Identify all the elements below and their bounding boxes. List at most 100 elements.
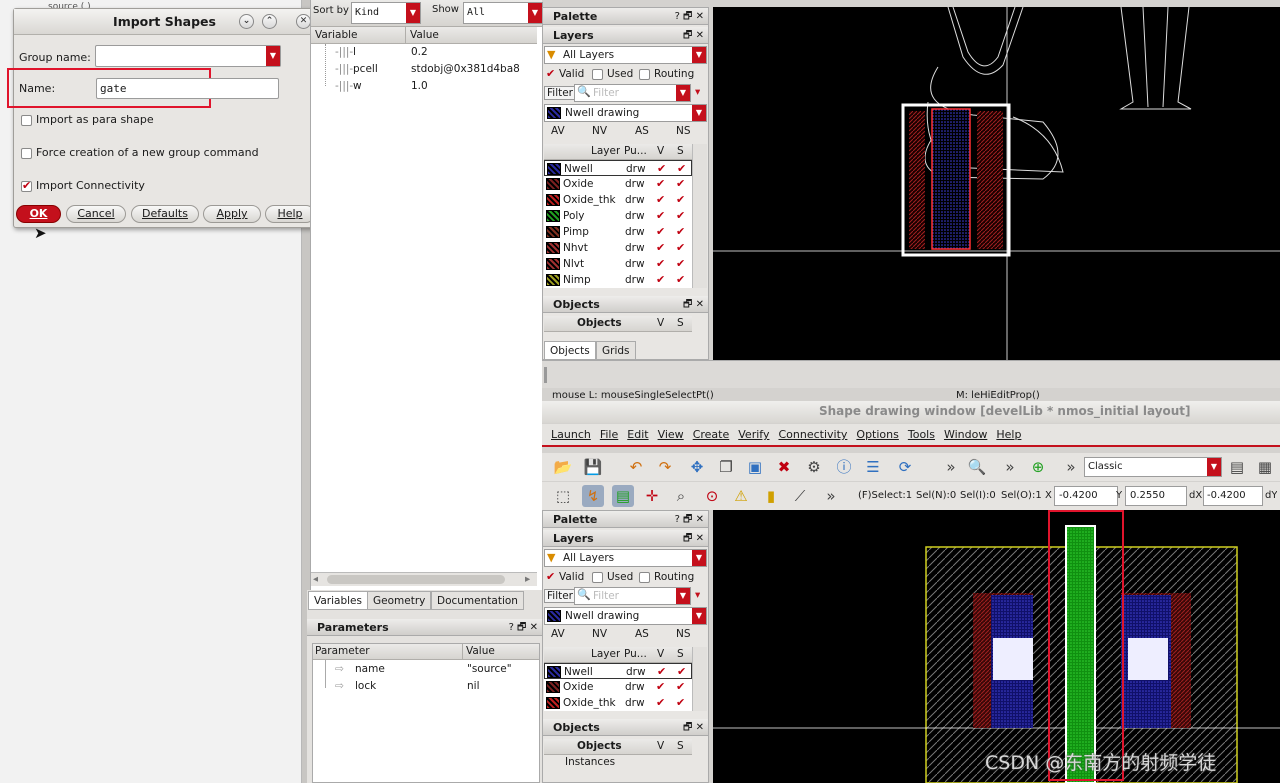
param-value-name[interactable]: "source" xyxy=(467,663,512,675)
layer-row-nwell[interactable]: Nwell drw ✔ ✔ xyxy=(544,160,692,176)
layers-header[interactable]: Layers 🗗 ✕ xyxy=(543,27,708,44)
tab-grids[interactable]: Grids xyxy=(596,341,636,360)
cancel-button[interactable]: Cancel xyxy=(66,205,126,223)
scroll-left-icon[interactable]: ◂ xyxy=(313,573,318,585)
objects-header[interactable]: Objects 🗗 ✕ xyxy=(543,296,708,313)
menu-file[interactable]: File xyxy=(600,428,618,441)
nv-menu[interactable]: NV xyxy=(592,125,607,137)
top-layout-canvas[interactable] xyxy=(713,7,1280,360)
layer-row-oxide_thk[interactable]: Oxide_thk drw ✔ ✔ xyxy=(544,695,692,711)
command-bar[interactable] xyxy=(542,360,1280,388)
undo-icon[interactable]: ↶ xyxy=(625,456,647,478)
y-coordinate-field[interactable]: 0.2550 xyxy=(1125,486,1187,506)
info-icon[interactable]: ⓘ xyxy=(833,456,855,478)
visible-checkbox[interactable]: ✔ xyxy=(656,208,665,224)
dock-controls-icon[interactable]: 🗗 ✕ xyxy=(683,27,704,44)
selectable-checkbox[interactable]: ✔ xyxy=(676,224,685,240)
row-value-l[interactable]: 0.2 xyxy=(411,46,428,58)
workspace-combo[interactable]: Classic ▼ xyxy=(1084,457,1222,477)
marker-icon[interactable]: ⊙ xyxy=(701,485,723,507)
layout-window-titlebar[interactable]: Shape drawing window [develLib * nmos_in… xyxy=(542,401,1280,423)
layer-row-nlvt[interactable]: Nlvt drw ✔ ✔ xyxy=(544,256,692,272)
menu-options[interactable]: Options xyxy=(856,428,898,441)
filter-input[interactable]: 🔍 Filter ▼ xyxy=(574,587,691,605)
chevron-down-icon[interactable]: ▼ xyxy=(528,3,542,23)
as-menu[interactable]: AS xyxy=(635,125,649,137)
visible-checkbox[interactable]: ✔ xyxy=(656,240,665,256)
visible-checkbox[interactable]: ✔ xyxy=(656,679,665,695)
more-icon[interactable]: » xyxy=(820,485,842,507)
filter-button[interactable]: Filter xyxy=(544,589,577,603)
routing-checkbox[interactable] xyxy=(639,572,650,583)
selectable-checkbox[interactable]: ✔ xyxy=(676,192,685,208)
chevron-down-icon[interactable]: ▼ xyxy=(692,550,706,566)
visible-checkbox[interactable]: ✔ xyxy=(656,256,665,272)
path-icon[interactable]: ↯ xyxy=(582,485,604,507)
ruler-icon[interactable]: ⟋ xyxy=(789,485,811,507)
import-connectivity-checkbox[interactable] xyxy=(21,179,32,192)
menu-create[interactable]: Create xyxy=(693,428,730,441)
as-menu[interactable]: AS xyxy=(635,628,649,640)
x-coordinate-field[interactable]: -0.4200 xyxy=(1054,486,1118,506)
tab-geometry[interactable]: Geometry xyxy=(367,591,432,610)
routing-checkbox[interactable] xyxy=(639,69,650,80)
row-name-l[interactable]: l xyxy=(353,46,356,58)
chevron-down-icon[interactable]: ▼ xyxy=(692,105,706,121)
dock-controls-icon[interactable]: ? 🗗 ✕ xyxy=(675,8,704,25)
inspect-icon[interactable]: ⌕ xyxy=(670,485,692,507)
layers-header[interactable]: Layers 🗗 ✕ xyxy=(543,530,708,547)
workspace-load-icon[interactable]: ▦ xyxy=(1254,456,1276,478)
layer-row-oxide[interactable]: Oxide drw ✔ ✔ xyxy=(544,176,692,192)
dock-controls-icon[interactable]: 🗗 ✕ xyxy=(683,296,704,313)
zoom-icon[interactable]: 🔍 xyxy=(966,456,988,478)
show-combo[interactable]: All ▼ xyxy=(463,2,543,24)
param-name-name[interactable]: name xyxy=(355,663,385,675)
add-pin-icon[interactable]: ⊕ xyxy=(1027,456,1049,478)
palette-header[interactable]: Palette ? 🗗 ✕ xyxy=(543,511,708,528)
visible-checkbox[interactable]: ✔ xyxy=(656,224,665,240)
av-menu[interactable]: AV xyxy=(551,125,565,137)
menu-verify[interactable]: Verify xyxy=(738,428,769,441)
sort-by-combo[interactable]: Kind ▼ xyxy=(351,2,421,24)
layer-row-pimp[interactable]: Pimp drw ✔ ✔ xyxy=(544,224,692,240)
dock-controls-icon[interactable]: 🗗 ✕ xyxy=(683,530,704,547)
menu-arrow-icon[interactable]: ▾ xyxy=(695,589,700,601)
maximize-icon[interactable]: ⌃ xyxy=(262,14,277,29)
selectable-checkbox[interactable]: ✔ xyxy=(676,208,685,224)
dock-controls-icon[interactable]: ? 🗗 ✕ xyxy=(675,511,704,528)
nv-menu[interactable]: NV xyxy=(592,628,607,640)
horizontal-scrollbar[interactable]: ◂ ▸ xyxy=(311,572,537,586)
selectable-checkbox[interactable]: ✔ xyxy=(676,679,685,695)
av-menu[interactable]: AV xyxy=(551,628,565,640)
scrollbar-thumb[interactable] xyxy=(327,575,505,584)
chevron-down-icon[interactable]: ▼ xyxy=(1207,458,1221,476)
menu-arrow-icon[interactable]: ▾ xyxy=(695,86,700,98)
palette-header[interactable]: Palette ? 🗗 ✕ xyxy=(543,8,708,25)
layer-list-scrollbar[interactable] xyxy=(692,144,707,288)
selectable-checkbox[interactable]: ✔ xyxy=(676,176,685,192)
dock-controls-icon[interactable]: 🗗 ✕ xyxy=(683,719,704,736)
apply-button[interactable]: Apply xyxy=(203,205,261,223)
more-icon[interactable]: » xyxy=(940,456,962,478)
probe-icon[interactable]: ▮ xyxy=(760,485,782,507)
visible-checkbox[interactable]: ✔ xyxy=(656,176,665,192)
selectable-checkbox[interactable]: ✔ xyxy=(676,256,685,272)
warning-icon[interactable]: ⚠ xyxy=(730,485,752,507)
row-name-w[interactable]: w xyxy=(353,80,362,92)
menu-tools[interactable]: Tools xyxy=(908,428,935,441)
ns-menu[interactable]: NS xyxy=(676,125,691,137)
more-icon[interactable]: » xyxy=(999,456,1021,478)
more-icon[interactable]: » xyxy=(1060,456,1082,478)
visible-checkbox[interactable]: ✔ xyxy=(656,192,665,208)
objects-instances[interactable]: Instances xyxy=(565,756,615,768)
workspace-save-icon[interactable]: ▤ xyxy=(1226,456,1248,478)
selectable-checkbox[interactable]: ✔ xyxy=(676,272,685,288)
valid-checkbox[interactable]: ✔ xyxy=(546,570,555,583)
redo-icon[interactable]: ↷ xyxy=(654,456,676,478)
select-icon[interactable]: ⬚ xyxy=(552,485,574,507)
layer-row-nwell[interactable]: Nwell drw ✔ ✔ xyxy=(544,663,692,679)
chevron-down-icon[interactable]: ▼ xyxy=(406,3,420,23)
ns-menu[interactable]: NS xyxy=(676,628,691,640)
menu-launch[interactable]: Launch xyxy=(551,428,591,441)
scroll-right-icon[interactable]: ▸ xyxy=(525,573,530,585)
